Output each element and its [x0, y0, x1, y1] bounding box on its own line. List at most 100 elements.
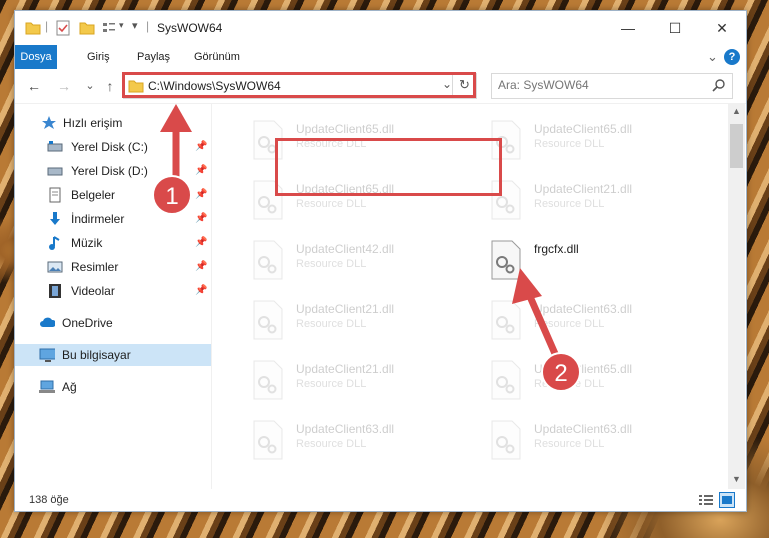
file-name: UpdateClient65.dll — [534, 362, 633, 376]
dll-file-icon — [253, 360, 283, 400]
file-type: Resource DLL — [534, 318, 605, 330]
sidebar-item-label: İndirmeler — [71, 212, 125, 226]
dll-file-icon — [253, 120, 283, 160]
dll-file-icon — [491, 300, 521, 340]
file-item[interactable]: UpdateClient21.dll Resource DLL — [462, 172, 692, 228]
file-type: Resource DLL — [296, 318, 367, 330]
scroll-up-icon[interactable]: ▲ — [732, 106, 741, 116]
dll-file-icon — [253, 300, 283, 340]
tab-view[interactable]: Görünüm — [186, 45, 248, 69]
file-item[interactable]: UpdateClient42.dll Resource DLL — [224, 232, 454, 288]
divider — [452, 74, 453, 98]
dll-file-icon — [253, 180, 283, 220]
sidebar-item-quick-access[interactable]: Hızlı erişim — [15, 112, 211, 134]
file-name: UpdateClient21.dll — [296, 302, 395, 316]
view-options-icon[interactable] — [101, 20, 117, 36]
computer-icon — [39, 348, 55, 362]
large-icons-view-icon[interactable] — [719, 492, 735, 508]
properties-icon[interactable] — [55, 20, 71, 36]
sidebar-item-music[interactable]: Müzik 📌 — [15, 232, 211, 254]
sidebar-item-onedrive[interactable]: OneDrive — [15, 312, 211, 334]
chevron-down-icon[interactable]: ▾ — [119, 20, 124, 36]
sidebar-item-label: Ağ — [62, 380, 77, 394]
sidebar-item-label: Bu bilgisayar — [62, 348, 131, 362]
sidebar-item-label: Belgeler — [71, 188, 116, 202]
address-dropdown-icon[interactable]: ⌄ — [442, 77, 452, 91]
file-item[interactable]: frgcfx.dll — [462, 232, 692, 288]
forward-button[interactable]: → — [55, 77, 73, 95]
sidebar-item-local-disk-d[interactable]: Yerel Disk (D:) 📌 — [15, 160, 211, 182]
ribbon-expand-icon[interactable]: ⌄ — [699, 45, 726, 69]
music-icon — [49, 236, 60, 250]
navigation-pane: Hızlı erişim Yerel Disk (C:) 📌 Yerel Dis… — [15, 104, 212, 489]
star-icon — [42, 116, 56, 129]
scroll-thumb[interactable] — [730, 124, 743, 168]
tab-share[interactable]: Paylaş — [129, 45, 178, 69]
pin-icon: 📌 — [195, 261, 208, 272]
pin-icon: 📌 — [195, 189, 208, 200]
cloud-icon — [40, 317, 55, 327]
title-bar: | ▾ ▾ | SysWOW64 — ☐ ✕ — [15, 11, 746, 45]
file-type: Resource DLL — [534, 138, 605, 150]
file-item[interactable]: UpdateClient21.dll Resource DLL — [224, 352, 454, 408]
sidebar-item-videos[interactable]: Videolar 📌 — [15, 280, 211, 302]
sidebar-item-network[interactable]: Ağ — [15, 376, 211, 398]
file-name: frgcfx.dll — [534, 242, 579, 256]
pin-icon: 📌 — [195, 141, 208, 152]
folder-icon — [128, 80, 144, 93]
tab-file[interactable]: Dosya — [15, 45, 57, 69]
close-button[interactable]: ✕ — [699, 11, 745, 45]
recent-locations-button[interactable]: ⌄ — [81, 77, 99, 95]
separator: | — [45, 19, 49, 33]
pictures-icon — [47, 261, 63, 273]
tab-home[interactable]: Giriş — [79, 45, 118, 69]
file-type: Resource DLL — [296, 258, 367, 270]
address-bar[interactable]: C:\Windows\SysWOW64 ⌄ ↻ — [123, 73, 477, 99]
file-item[interactable]: UpdateClient65.dll Resource DLL — [462, 112, 692, 168]
item-count: 138 öğe — [29, 494, 69, 506]
sidebar-item-label: Hızlı erişim — [63, 116, 123, 130]
customize-toolbar-icon[interactable]: ▾ — [132, 19, 138, 35]
scroll-down-icon[interactable]: ▼ — [732, 474, 741, 484]
back-button[interactable]: ← — [25, 77, 43, 95]
dll-file-icon — [491, 360, 521, 400]
file-item[interactable]: UpdateClient65.dll Resource DLL — [224, 112, 454, 168]
sidebar-item-this-pc[interactable]: Bu bilgisayar — [15, 344, 211, 366]
file-name: UpdateClient21.dll — [534, 182, 633, 196]
sidebar-item-downloads[interactable]: İndirmeler 📌 — [15, 208, 211, 230]
sidebar-item-label: Videolar — [71, 284, 115, 298]
help-icon[interactable]: ? — [724, 49, 740, 65]
maximize-button[interactable]: ☐ — [652, 11, 698, 45]
up-button[interactable]: ↑ — [101, 77, 119, 95]
file-item[interactable]: UpdateClient21.dll Resource DLL — [224, 292, 454, 348]
file-type: Resource DLL — [296, 198, 367, 210]
dll-file-icon — [253, 240, 283, 280]
vertical-scrollbar[interactable]: ▲ ▼ — [728, 104, 745, 489]
file-item[interactable]: UpdateClient65.dll Resource DLL — [462, 352, 692, 408]
minimize-button[interactable]: — — [605, 11, 651, 45]
sidebar-item-documents[interactable]: Belgeler 📌 — [15, 184, 211, 206]
search-box[interactable] — [491, 73, 733, 99]
file-item[interactable]: UpdateClient63.dll Resource DLL — [462, 412, 692, 468]
search-input[interactable] — [492, 74, 710, 96]
sidebar-item-local-disk-c[interactable]: Yerel Disk (C:) 📌 — [15, 136, 211, 158]
ribbon-tabs: Dosya Giriş Paylaş Görünüm ⌄ ? — [15, 45, 746, 69]
file-name: UpdateClient65.dll — [534, 122, 633, 136]
details-view-icon[interactable] — [699, 494, 713, 506]
dll-file-icon — [491, 420, 521, 460]
sidebar-item-pictures[interactable]: Resimler 📌 — [15, 256, 211, 278]
address-path[interactable]: C:\Windows\SysWOW64 — [148, 79, 281, 93]
sidebar-item-label: Yerel Disk (D:) — [71, 164, 148, 178]
network-icon — [39, 380, 55, 393]
file-name: UpdateClient63.dll — [534, 422, 633, 436]
file-item[interactable]: UpdateClient63.dll Resource DLL — [462, 292, 692, 348]
search-icon[interactable] — [712, 78, 726, 92]
pin-icon: 📌 — [195, 237, 208, 248]
file-item[interactable]: UpdateClient65.dll Resource DLL — [224, 172, 454, 228]
file-item[interactable]: UpdateClient63.dll Resource DLL — [224, 412, 454, 468]
refresh-icon[interactable]: ↻ — [459, 77, 470, 93]
sidebar-item-label: Müzik — [71, 236, 103, 250]
documents-icon — [49, 187, 61, 203]
sidebar-item-label: Resimler — [71, 260, 119, 274]
new-folder-icon[interactable] — [79, 20, 95, 36]
